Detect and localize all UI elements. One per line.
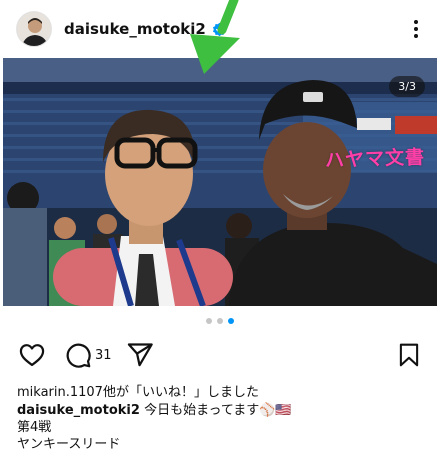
- post-photo[interactable]: 3/3 ハヤマ文書: [3, 58, 437, 306]
- avatar[interactable]: [16, 11, 52, 47]
- comment-button[interactable]: 31: [64, 341, 112, 369]
- caption-line: ヤンキースリード: [17, 437, 121, 452]
- send-icon: [127, 343, 153, 367]
- post-caption: daisuke_motoki2 今日も始まってます⚾🇺🇸 第4戦 ヤンキースリー…: [17, 402, 427, 453]
- caption-line: 第4戦: [17, 420, 52, 435]
- caption-username[interactable]: daisuke_motoki2: [17, 403, 140, 418]
- save-button[interactable]: [396, 341, 422, 369]
- avatar-image: [17, 12, 51, 46]
- comment-icon: [66, 343, 91, 368]
- caption-first-line: daisuke_motoki2 今日も始まってます⚾🇺🇸: [17, 402, 427, 419]
- likes-summary[interactable]: mikarin.1107他が「いいね！」しました: [17, 381, 259, 400]
- stadium-photo: [3, 58, 437, 306]
- arrow-pointer-icon: [190, 0, 240, 74]
- more-options-icon[interactable]: [406, 17, 426, 41]
- carousel-dot-active: [228, 318, 234, 324]
- carousel-dots: [0, 318, 440, 324]
- share-button[interactable]: [126, 341, 154, 369]
- bookmark-icon: [399, 343, 419, 367]
- carousel-counter: 3/3: [389, 76, 425, 97]
- carousel-dot: [206, 318, 212, 324]
- photo-watermark: ハヤマ文書: [324, 146, 426, 172]
- post-actions: 31: [18, 340, 422, 370]
- like-button[interactable]: [18, 341, 46, 369]
- comment-count: 31: [95, 347, 112, 363]
- caption-text: 今日も始まってます⚾🇺🇸: [144, 403, 292, 418]
- carousel-dot: [217, 318, 223, 324]
- heart-icon: [19, 344, 45, 367]
